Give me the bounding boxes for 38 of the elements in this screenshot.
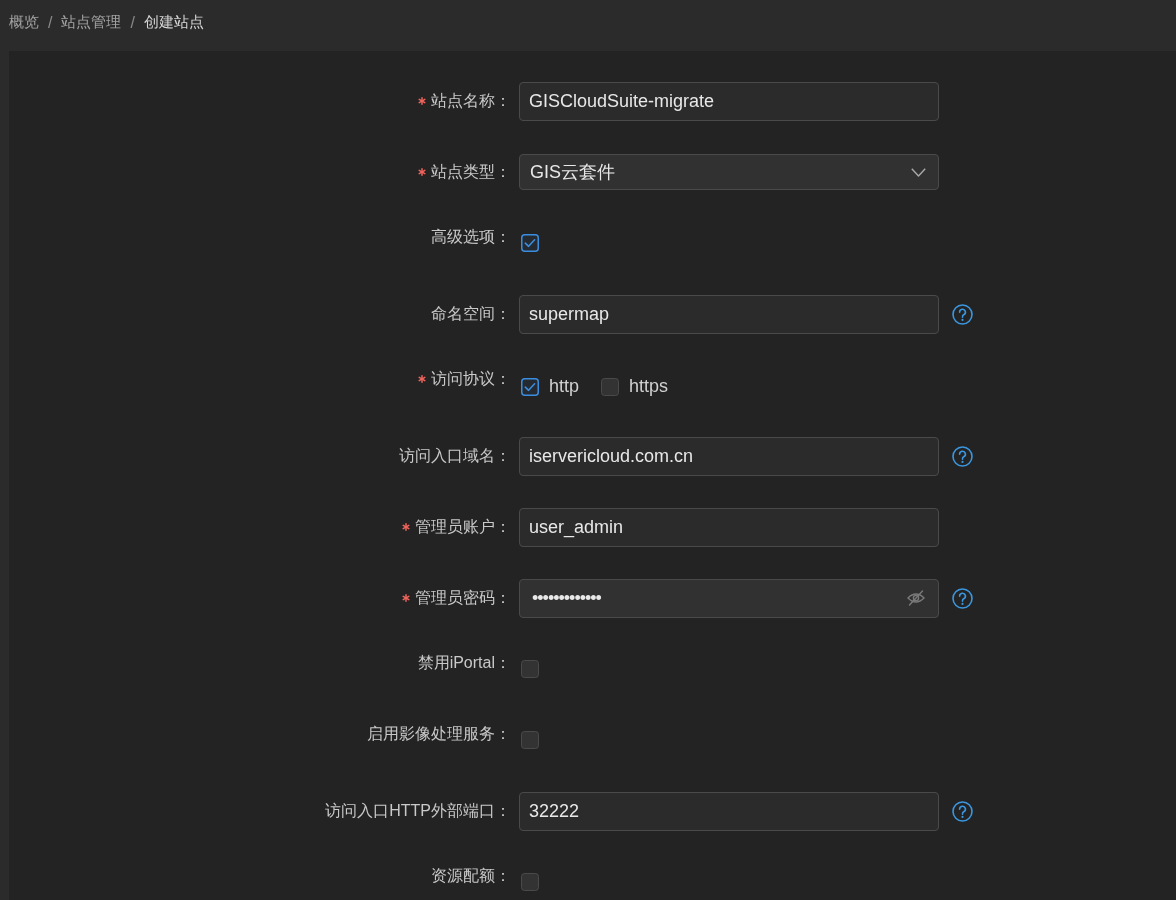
text-field[interactable]: supermap bbox=[519, 294, 939, 334]
field-label: 管理员密码： bbox=[415, 587, 511, 608]
field-label: 高级选项： bbox=[431, 226, 511, 247]
text-field[interactable]: GISCloudSuite-migrate bbox=[519, 81, 939, 121]
breadcrumb-current: 创建站点 bbox=[143, 13, 204, 32]
help-icon[interactable] bbox=[952, 800, 973, 822]
eye-slash-icon[interactable] bbox=[907, 590, 925, 606]
field-label: 命名空间： bbox=[431, 303, 511, 324]
field-label: 管理员账户： bbox=[415, 516, 511, 537]
field-label: 访问协议： bbox=[431, 368, 511, 389]
checkbox[interactable] bbox=[601, 377, 620, 396]
text-field[interactable]: 32222 bbox=[519, 791, 939, 831]
checkbox[interactable] bbox=[521, 731, 539, 749]
checkbox[interactable] bbox=[521, 660, 539, 678]
field-label: 站点类型： bbox=[431, 161, 511, 182]
breadcrumb-link[interactable]: 站点管理 bbox=[61, 13, 122, 32]
help-icon[interactable] bbox=[952, 587, 973, 609]
chevron-down-icon bbox=[911, 167, 926, 177]
checkbox-label[interactable]: http bbox=[549, 376, 580, 397]
field-label: 资源配额： bbox=[431, 865, 511, 886]
checkbox[interactable] bbox=[521, 873, 539, 891]
help-icon[interactable] bbox=[952, 303, 973, 325]
field-label: 访问入口HTTP外部端口： bbox=[325, 800, 511, 821]
password-field[interactable]: ••••••••••••• bbox=[519, 578, 939, 618]
breadcrumb-link[interactable]: 概览 bbox=[9, 13, 39, 32]
breadcrumb-separator: / bbox=[48, 13, 53, 32]
checkbox[interactable] bbox=[521, 377, 539, 396]
help-icon[interactable] bbox=[952, 445, 973, 467]
field-label: 禁用iPortal： bbox=[417, 652, 511, 673]
field-label: 启用影像处理服务： bbox=[367, 723, 511, 744]
text-field[interactable]: user_admin bbox=[519, 507, 939, 547]
breadcrumb-separator: / bbox=[130, 13, 135, 32]
checkbox-label[interactable]: https bbox=[629, 376, 669, 397]
field-label: 访问入口域名： bbox=[399, 445, 511, 466]
checkbox[interactable] bbox=[521, 234, 539, 252]
field-label: 站点名称： bbox=[431, 90, 511, 111]
select-field[interactable]: GIS云套件 bbox=[519, 154, 939, 190]
text-field[interactable]: iservericloud.com.cn bbox=[519, 436, 939, 476]
